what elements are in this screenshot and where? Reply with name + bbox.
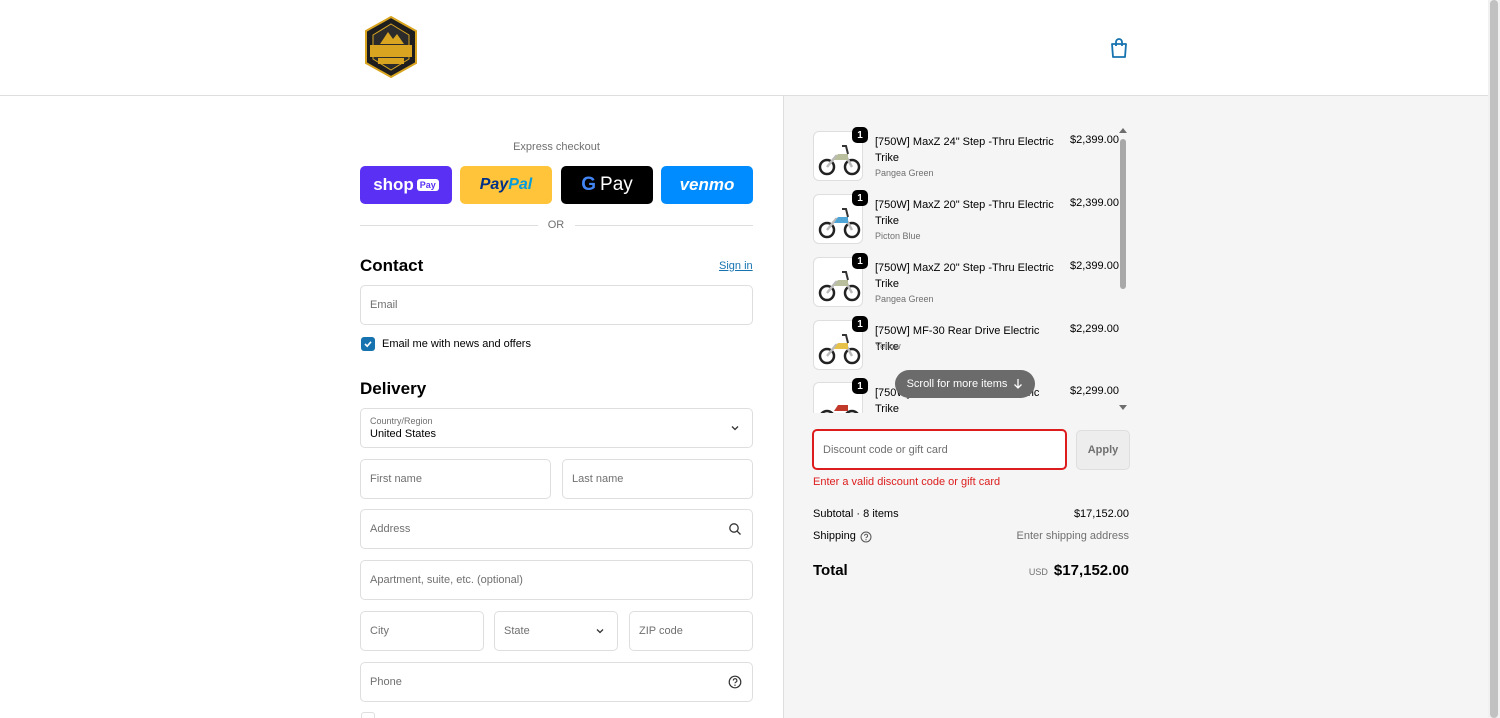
quantity-badge: 1 [852,316,868,332]
phone-input[interactable] [370,676,743,688]
item-variant: Picton Blue [875,231,921,241]
checkmark-icon [364,341,372,348]
total-amount: USD $17,152.00 [1029,562,1129,579]
total-value: $17,152.00 [1053,562,1129,579]
delivery-title: Delivery [360,379,427,398]
express-checkout-label: Express checkout [513,141,600,153]
item-price: $2,299.00 [1070,385,1119,397]
currency-code: USD [1028,567,1048,577]
venmo-text: venmo [679,175,735,194]
apartment-field[interactable] [360,560,753,600]
email-field[interactable] [360,285,753,325]
or-divider-right [575,225,753,226]
scrollbar-thumb[interactable] [1120,139,1126,289]
item-price: $2,299.00 [1070,323,1119,335]
shop-pay-button[interactable]: shop Pay [360,166,452,204]
shipping-help-icon[interactable] [860,531,872,543]
item-price: $2,399.00 [1070,134,1119,146]
state-select[interactable]: State [494,611,618,651]
item-price: $2,399.00 [1070,197,1119,209]
phone-field[interactable] [360,662,753,702]
news-offers-label: Email me with news and offers [382,338,531,350]
or-divider-text: OR [547,219,565,231]
quantity-badge: 1 [852,190,868,206]
contact-title: Contact [360,256,424,275]
subtotal-row: Subtotal · 8 items $17,152.00 [813,508,1129,520]
sign-in-link[interactable]: Sign in [719,260,753,272]
last-name-field[interactable] [562,459,753,499]
city-input[interactable] [370,625,474,637]
cart-item: 1 [750W] MaxZ 20" Step -Thru Electric Tr… [812,189,1119,244]
country-select[interactable]: Country/Region United States [360,408,753,448]
paypal-text-a: Pay [479,176,509,193]
subtotal-value: $17,152.00 [1073,508,1129,520]
news-offers-checkbox[interactable] [361,337,375,351]
discount-error-message: Enter a valid discount code or gift card [813,476,1001,488]
help-icon[interactable] [728,675,742,689]
discount-code-input[interactable] [823,443,1056,456]
item-name: [750W] MaxZ 24" Step -Thru Electric Trik… [875,136,1054,164]
scroll-up-arrow-icon[interactable] [1119,128,1127,133]
arrow-down-icon [1014,379,1023,389]
subtotal-label: Subtotal · 8 items [813,508,899,520]
chevron-down-icon [596,629,604,634]
item-name: [750W] MaxZ 20" Step -Thru Electric Trik… [875,262,1054,290]
discount-code-field[interactable] [812,429,1067,470]
shipping-row: Shipping Enter shipping address [813,530,1129,543]
shipping-value: Enter shipping address [1016,530,1129,542]
shipping-label: Shipping [813,530,856,542]
paypal-button[interactable]: Pay Pal [460,166,552,204]
cart-item: 1 [750W] MaxZ 24" Step -Thru Electric Tr… [812,126,1119,181]
zip-input[interactable] [639,625,743,637]
address-input[interactable] [370,523,743,535]
first-name-field[interactable] [360,459,551,499]
item-name: [750W] MF-30 Rear Drive Electric Trike [875,325,1040,353]
item-variant: Pangea Green [875,294,934,304]
maxfoot-logo[interactable] [364,15,418,79]
first-name-input[interactable] [370,473,541,485]
scroll-for-more-button[interactable]: Scroll for more items [895,370,1035,398]
apartment-input[interactable] [370,574,743,586]
chevron-down-icon [731,426,739,431]
city-field[interactable] [360,611,484,651]
shop-pay-text: shop [373,175,414,194]
total-label: Total [813,562,848,579]
apply-discount-button[interactable]: Apply [1076,430,1130,470]
cart-bag-icon[interactable] [1109,37,1129,59]
cart-item: 1 [750W] MaxZ 20" Step -Thru Electric Tr… [812,252,1119,307]
item-variant: Yellow [875,341,901,351]
country-label: Country/Region [370,416,433,426]
shop-pay-pill: Pay [416,179,439,191]
or-divider-left [360,225,538,226]
scroll-for-more-label: Scroll for more items [906,378,1008,390]
zip-field[interactable] [629,611,753,651]
item-price: $2,399.00 [1070,260,1119,272]
state-label: State [504,625,530,637]
cart-items-scrollbar[interactable] [1118,126,1128,413]
last-name-input[interactable] [572,473,743,485]
google-pay-button[interactable]: G Pay [561,166,653,204]
google-g-icon: G [581,174,597,195]
item-name: [750W] MaxZ 20" Step -Thru Electric Trik… [875,199,1054,227]
page-scrollbar-thumb[interactable] [1490,0,1498,718]
search-icon [729,523,741,535]
quantity-badge: 1 [852,378,868,394]
country-value: United States [370,428,437,440]
quantity-badge: 1 [852,253,868,269]
header [0,0,1488,96]
google-pay-text: Pay [600,174,633,195]
venmo-button[interactable]: venmo [661,166,753,204]
paypal-text-b: Pal [508,176,533,193]
email-input[interactable] [370,299,743,311]
cart-item: 1 [750W] MF-30 Rear Drive Electric Trike… [812,315,1119,370]
scroll-down-arrow-icon[interactable] [1119,405,1127,410]
quantity-badge: 1 [852,127,868,143]
text-offers-checkbox[interactable] [361,712,375,718]
item-variant: Pangea Green [875,168,934,178]
address-field[interactable] [360,509,753,549]
page-scrollbar[interactable] [1488,0,1500,718]
